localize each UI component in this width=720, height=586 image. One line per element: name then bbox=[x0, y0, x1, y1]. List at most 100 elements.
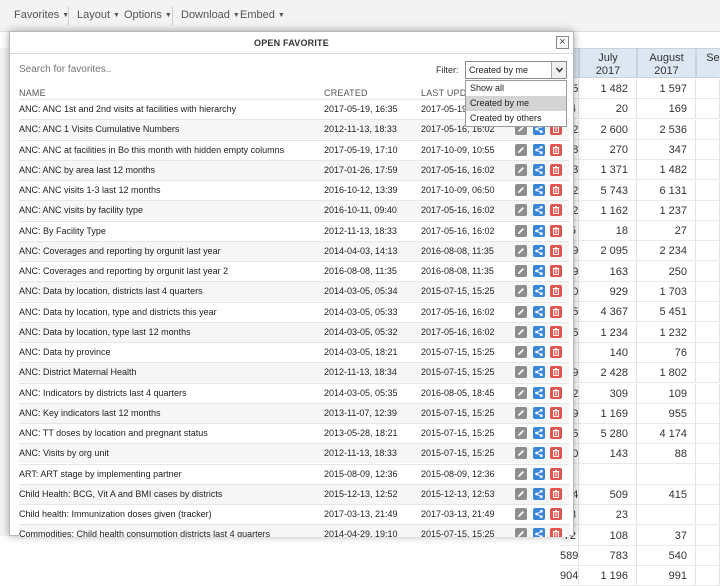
share-icon[interactable] bbox=[533, 346, 545, 358]
rename-icon[interactable] bbox=[515, 487, 527, 500]
column-header-created[interactable]: CREATED bbox=[324, 88, 368, 98]
favorite-row[interactable]: ANC: Data by location, type and district… bbox=[19, 301, 569, 322]
favorite-row[interactable]: ANC: Coverages and reporting by orgunit … bbox=[19, 261, 569, 281]
rename-icon[interactable] bbox=[515, 163, 527, 176]
rename-icon[interactable] bbox=[515, 244, 527, 257]
pivot-cell: 904 bbox=[560, 566, 579, 586]
rename-icon[interactable] bbox=[515, 325, 527, 338]
delete-icon[interactable] bbox=[550, 305, 562, 318]
delete-icon[interactable] bbox=[550, 346, 562, 358]
pivot-cell: 5 451 bbox=[637, 302, 696, 323]
favorite-row[interactable]: ANC: TT doses by location and pregnant s… bbox=[19, 423, 569, 443]
share-icon[interactable] bbox=[533, 427, 545, 439]
download-menu[interactable]: Download ▼ bbox=[181, 9, 240, 21]
rename-icon[interactable] bbox=[515, 285, 527, 298]
share-icon[interactable] bbox=[533, 467, 545, 480]
layout-menu[interactable]: Layout ▼ bbox=[77, 9, 120, 21]
column-header-name[interactable]: NAME bbox=[19, 88, 46, 98]
share-icon[interactable] bbox=[533, 508, 545, 520]
pivot-cell bbox=[696, 485, 720, 505]
share-icon[interactable] bbox=[533, 204, 545, 217]
favorite-row[interactable]: ART: ART stage by implementing partner 20… bbox=[19, 463, 569, 484]
rename-icon[interactable] bbox=[515, 204, 527, 217]
chevron-down-icon[interactable] bbox=[551, 62, 566, 78]
pivot-cell: 783 bbox=[579, 545, 637, 566]
rename-icon[interactable] bbox=[515, 143, 527, 156]
filter-select[interactable]: Created by me bbox=[465, 61, 567, 79]
delete-icon[interactable] bbox=[550, 325, 562, 338]
column-header-last-updated[interactable]: LAST UPD bbox=[421, 88, 466, 98]
share-icon[interactable] bbox=[533, 143, 545, 156]
favorite-row[interactable]: ANC: Data by location, districts last 4 … bbox=[19, 281, 569, 302]
share-icon[interactable] bbox=[533, 305, 545, 318]
options-menu[interactable]: Options ▼ bbox=[124, 9, 172, 21]
share-icon[interactable] bbox=[533, 406, 545, 419]
share-icon[interactable] bbox=[533, 285, 545, 298]
delete-icon[interactable] bbox=[550, 204, 562, 217]
share-icon[interactable] bbox=[533, 224, 545, 237]
favorite-row[interactable]: ANC: By Facility Type 2012-11-13, 18:33 20… bbox=[19, 220, 569, 241]
delete-icon[interactable] bbox=[550, 406, 562, 419]
delete-icon[interactable] bbox=[550, 467, 562, 480]
filter-option-created-by-others[interactable]: Created by others bbox=[466, 111, 566, 126]
favorite-row[interactable]: ANC: Coverages and reporting by orgunit … bbox=[19, 240, 569, 261]
delete-icon[interactable] bbox=[550, 487, 562, 500]
favorite-row[interactable]: ANC: Data by province 2014-03-05, 18:21 20… bbox=[19, 342, 569, 362]
favorite-row[interactable]: ANC: ANC by area last 12 months 2017-01-2… bbox=[19, 159, 569, 180]
delete-icon[interactable] bbox=[550, 224, 562, 237]
favorite-row[interactable]: ANC: Indicators by districts last 4 quar… bbox=[19, 382, 569, 403]
delete-icon[interactable] bbox=[550, 143, 562, 156]
filter-option-show-all[interactable]: Show all bbox=[466, 81, 566, 96]
filter-option-created-by-me[interactable]: Created by me bbox=[466, 96, 566, 111]
favorite-row[interactable]: ANC: ANC visits by facility type 2016-10-… bbox=[19, 200, 569, 221]
favorite-row[interactable]: ANC: Key indicators last 12 months 2013-1… bbox=[19, 402, 569, 423]
favorite-row[interactable]: Commodities: Child health consumption di… bbox=[19, 524, 569, 537]
rename-icon[interactable] bbox=[515, 265, 527, 277]
delete-icon[interactable] bbox=[550, 163, 562, 176]
embed-menu[interactable]: Embed ▼ bbox=[240, 9, 285, 21]
rename-icon[interactable] bbox=[515, 447, 527, 460]
share-icon[interactable] bbox=[533, 487, 545, 500]
share-icon[interactable] bbox=[533, 163, 545, 176]
close-button[interactable]: × bbox=[556, 36, 569, 49]
delete-icon[interactable] bbox=[550, 427, 562, 439]
favorite-row[interactable]: Child Health: BCG, Vit A and BMI cases b… bbox=[19, 483, 569, 504]
favorite-name: ANC: Coverages and reporting by orgunit … bbox=[19, 245, 221, 256]
rename-icon[interactable] bbox=[515, 427, 527, 439]
share-icon[interactable] bbox=[533, 184, 545, 196]
delete-icon[interactable] bbox=[550, 447, 562, 460]
share-icon[interactable] bbox=[533, 244, 545, 257]
share-icon[interactable] bbox=[533, 447, 545, 460]
delete-icon[interactable] bbox=[550, 508, 562, 520]
search-input[interactable] bbox=[19, 59, 319, 79]
delete-icon[interactable] bbox=[550, 265, 562, 277]
delete-icon[interactable] bbox=[550, 184, 562, 196]
delete-icon[interactable] bbox=[550, 244, 562, 257]
favorite-created: 2017-05-19, 16:35 bbox=[324, 104, 398, 114]
delete-icon[interactable] bbox=[550, 386, 562, 399]
rename-icon[interactable] bbox=[515, 346, 527, 358]
favorite-created: 2012-11-13, 18:34 bbox=[324, 367, 397, 378]
favorite-row[interactable]: ANC: District Maternal Health 2012-11-13,… bbox=[19, 362, 569, 383]
share-icon[interactable] bbox=[533, 325, 545, 338]
favorite-row[interactable]: ANC: ANC at facilities in Bo this month … bbox=[19, 139, 569, 160]
delete-icon[interactable] bbox=[550, 366, 562, 379]
favorite-row[interactable]: ANC: ANC visits 1-3 last 12 months 2016-1… bbox=[19, 180, 569, 200]
rename-icon[interactable] bbox=[515, 366, 527, 379]
share-icon[interactable] bbox=[533, 265, 545, 277]
share-icon[interactable] bbox=[533, 366, 545, 379]
pivot-cell: 1 234 bbox=[579, 322, 637, 343]
favorites-menu[interactable]: Favorites ▼ bbox=[14, 9, 69, 21]
rename-icon[interactable] bbox=[515, 184, 527, 196]
favorite-row[interactable]: ANC: Visits by org unit 2012-11-13, 18:33… bbox=[19, 443, 569, 464]
rename-icon[interactable] bbox=[515, 508, 527, 520]
rename-icon[interactable] bbox=[515, 406, 527, 419]
share-icon[interactable] bbox=[533, 386, 545, 399]
delete-icon[interactable] bbox=[550, 285, 562, 298]
rename-icon[interactable] bbox=[515, 305, 527, 318]
rename-icon[interactable] bbox=[515, 467, 527, 480]
rename-icon[interactable] bbox=[515, 386, 527, 399]
favorite-row[interactable]: ANC: Data by location, type last 12 mont… bbox=[19, 321, 569, 342]
favorite-row[interactable]: Child health: Immunization doses given (… bbox=[19, 504, 569, 524]
rename-icon[interactable] bbox=[515, 224, 527, 237]
